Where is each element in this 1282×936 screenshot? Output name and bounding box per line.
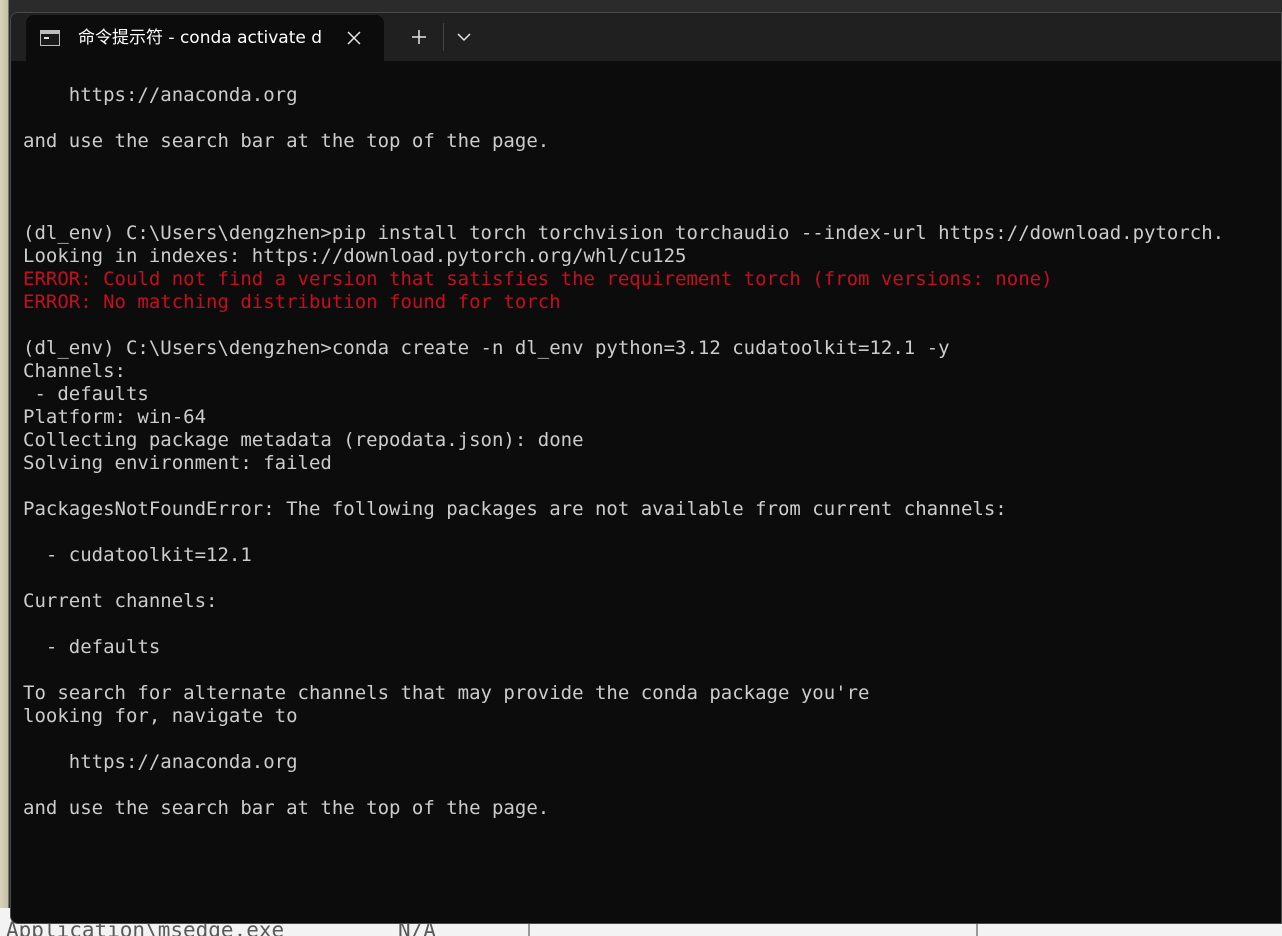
terminal-line: PackagesNotFoundError: The following pac…	[23, 498, 1007, 520]
terminal-line: To search for alternate channels that ma…	[23, 682, 870, 704]
terminal-line: Solving environment: failed	[23, 452, 332, 474]
terminal-line: - cudatoolkit=12.1	[23, 544, 252, 566]
terminal-line: Looking in indexes: https://download.pyt…	[23, 245, 687, 267]
terminal-line: (dl_env) C:\Users\dengzhen>pip install t…	[23, 222, 1225, 244]
titlebar: 命令提示符 - conda activate d	[11, 13, 1281, 61]
terminal-error-line: ERROR: Could not find a version that sat…	[23, 268, 1053, 290]
new-tab-button[interactable]	[401, 23, 437, 51]
terminal-icon	[40, 30, 60, 46]
chevron-down-icon	[457, 33, 471, 42]
tab-dropdown-button[interactable]	[449, 23, 479, 51]
close-icon	[347, 31, 361, 45]
terminal-line: Platform: win-64	[23, 406, 207, 428]
terminal-line: (dl_env) C:\Users\dengzhen>conda create …	[23, 337, 950, 359]
terminal-window: 命令提示符 - conda activate d https://anacond…	[10, 12, 1282, 924]
terminal-line: https://anaconda.org	[23, 751, 298, 773]
terminal-line: and use the search bar at the top of the…	[23, 797, 550, 819]
terminal-line: Channels:	[23, 360, 126, 382]
titlebar-separator	[443, 23, 444, 51]
terminal-line: - defaults	[23, 636, 161, 658]
terminal-line: looking for, navigate to	[23, 705, 298, 727]
terminal-output[interactable]: https://anaconda.org and use the search b…	[23, 61, 1281, 921]
terminal-line: and use the search bar at the top of the…	[23, 130, 550, 152]
terminal-line: Collecting package metadata (repodata.js…	[23, 429, 584, 451]
terminal-error-line: ERROR: No matching distribution found fo…	[23, 291, 561, 313]
terminal-line: https://anaconda.org	[23, 84, 298, 106]
terminal-line: - defaults	[23, 383, 149, 405]
tab-command-prompt[interactable]: 命令提示符 - conda activate d	[26, 15, 384, 61]
plus-icon	[412, 30, 426, 44]
tab-title: 命令提示符 - conda activate d	[78, 28, 323, 48]
terminal-line: Current channels:	[23, 590, 218, 612]
tab-close-button[interactable]	[341, 25, 367, 51]
